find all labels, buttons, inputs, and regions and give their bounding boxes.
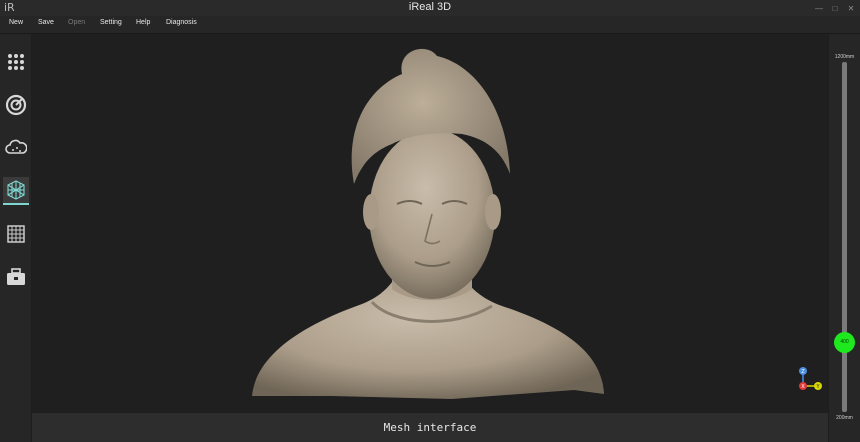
- mesh-viewport[interactable]: [32, 34, 828, 412]
- sidebar-item-mesh[interactable]: [3, 177, 29, 205]
- sidebar-item-point-cloud[interactable]: [3, 135, 29, 161]
- close-button[interactable]: ✕: [846, 4, 856, 13]
- depth-slider-panel: 1200mm 400 200mm: [829, 34, 860, 442]
- depth-min-label: 200mm: [836, 415, 853, 421]
- toolbox-icon: [7, 268, 25, 285]
- maximize-button[interactable]: □: [830, 4, 840, 13]
- menu-bar: New Save Open Setting Help Diagnosis: [0, 16, 860, 34]
- turntable-scan-icon: [5, 94, 27, 116]
- mesh-cube-icon: [7, 180, 25, 200]
- depth-max-label: 1200mm: [834, 54, 855, 60]
- axis-gizmo: Z X Y: [799, 367, 822, 390]
- sidebar-item-tools[interactable]: [3, 264, 29, 290]
- menu-setting[interactable]: Setting: [100, 19, 122, 26]
- menu-diagnosis[interactable]: Diagnosis: [166, 19, 197, 26]
- sidebar-item-texture[interactable]: [3, 221, 29, 247]
- window-title: iReal 3D: [408, 1, 452, 13]
- menu-open[interactable]: Open: [68, 19, 85, 26]
- axis-x-label: X: [801, 384, 805, 390]
- sidebar: [0, 34, 31, 442]
- menu-help[interactable]: Help: [136, 19, 150, 26]
- mesh-model[interactable]: [32, 34, 828, 412]
- depth-slider-thumb[interactable]: 400: [834, 331, 855, 353]
- axis-z-label: Z: [801, 369, 805, 375]
- texture-grid-icon: [7, 225, 25, 243]
- point-cloud-icon: [5, 139, 27, 154]
- sidebar-item-scan[interactable]: [3, 92, 29, 118]
- depth-value-label: 400: [840, 339, 849, 345]
- menu-save[interactable]: Save: [38, 19, 54, 26]
- dots-grid-icon: [8, 54, 24, 70]
- minimize-button[interactable]: —: [814, 4, 824, 13]
- window-controls: — □ ✕: [814, 0, 856, 16]
- status-bar: Mesh interface: [32, 413, 828, 442]
- menu-new[interactable]: New: [9, 19, 23, 26]
- status-text: Mesh interface: [383, 421, 477, 434]
- depth-slider-track[interactable]: [842, 62, 847, 412]
- sidebar-item-device[interactable]: [3, 49, 29, 75]
- title-bar: iR iReal 3D — □ ✕: [0, 0, 860, 16]
